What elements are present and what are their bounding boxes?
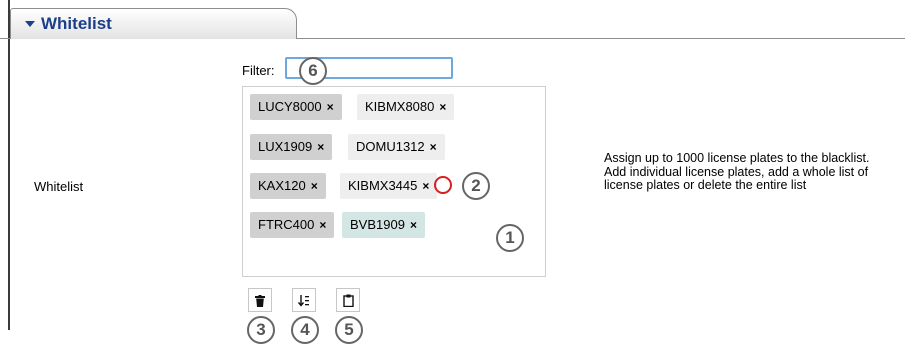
- remove-icon[interactable]: ×: [317, 140, 324, 154]
- remove-icon[interactable]: ×: [430, 140, 437, 154]
- remove-icon[interactable]: ×: [311, 179, 318, 193]
- highlight-circle: [434, 176, 452, 194]
- callout-2: 2: [462, 172, 490, 200]
- plate-text: KIBMX8080: [365, 99, 435, 114]
- plate-chip: DOMU1312 ×: [348, 134, 445, 160]
- remove-icon[interactable]: ×: [319, 218, 326, 232]
- tab-whitelist[interactable]: Whitelist: [10, 8, 297, 39]
- plate-text: BVB1909: [350, 217, 405, 232]
- callout-3: 3: [247, 316, 275, 344]
- sort-list-button[interactable]: [292, 288, 316, 312]
- plate-chip: LUCY8000 ×: [250, 94, 342, 120]
- clipboard-icon: [342, 294, 354, 308]
- plate-text: LUCY8000: [258, 99, 322, 114]
- delete-list-button[interactable]: [248, 288, 272, 312]
- plate-text: LUX1909: [258, 139, 313, 154]
- paste-list-button[interactable]: [336, 288, 360, 312]
- plate-chip: KIBMX8080 ×: [357, 94, 455, 120]
- trash-icon: [255, 294, 265, 307]
- plate-chip: KAX120 ×: [250, 173, 326, 199]
- plate-text: KAX120: [258, 178, 306, 193]
- callout-5: 5: [335, 316, 363, 344]
- remove-icon[interactable]: ×: [439, 100, 446, 114]
- frame-border: [8, 0, 10, 330]
- callout-4: 4: [291, 316, 319, 344]
- description-text: Assign up to 1000 license plates to the …: [604, 151, 870, 192]
- plate-chip: LUX1909 ×: [250, 134, 333, 160]
- tab-label: Whitelist: [41, 14, 112, 33]
- plate-chip: BVB1909 ×: [342, 212, 425, 238]
- sort-icon: [297, 294, 309, 307]
- plate-chip: KIBMX3445 ×: [340, 173, 438, 199]
- remove-icon[interactable]: ×: [327, 100, 334, 114]
- filter-label: Filter:: [242, 63, 275, 78]
- plate-chip: FTRC400 ×: [250, 212, 335, 238]
- caret-down-icon[interactable]: [25, 21, 35, 27]
- plate-text: FTRC400: [258, 217, 315, 232]
- plate-text: KIBMX3445: [348, 178, 418, 193]
- callout-6: 6: [299, 57, 327, 85]
- row-label: Whitelist: [34, 179, 84, 194]
- remove-icon[interactable]: ×: [410, 218, 417, 232]
- plate-text: DOMU1312: [356, 139, 425, 154]
- callout-1: 1: [496, 224, 524, 252]
- remove-icon[interactable]: ×: [422, 179, 429, 193]
